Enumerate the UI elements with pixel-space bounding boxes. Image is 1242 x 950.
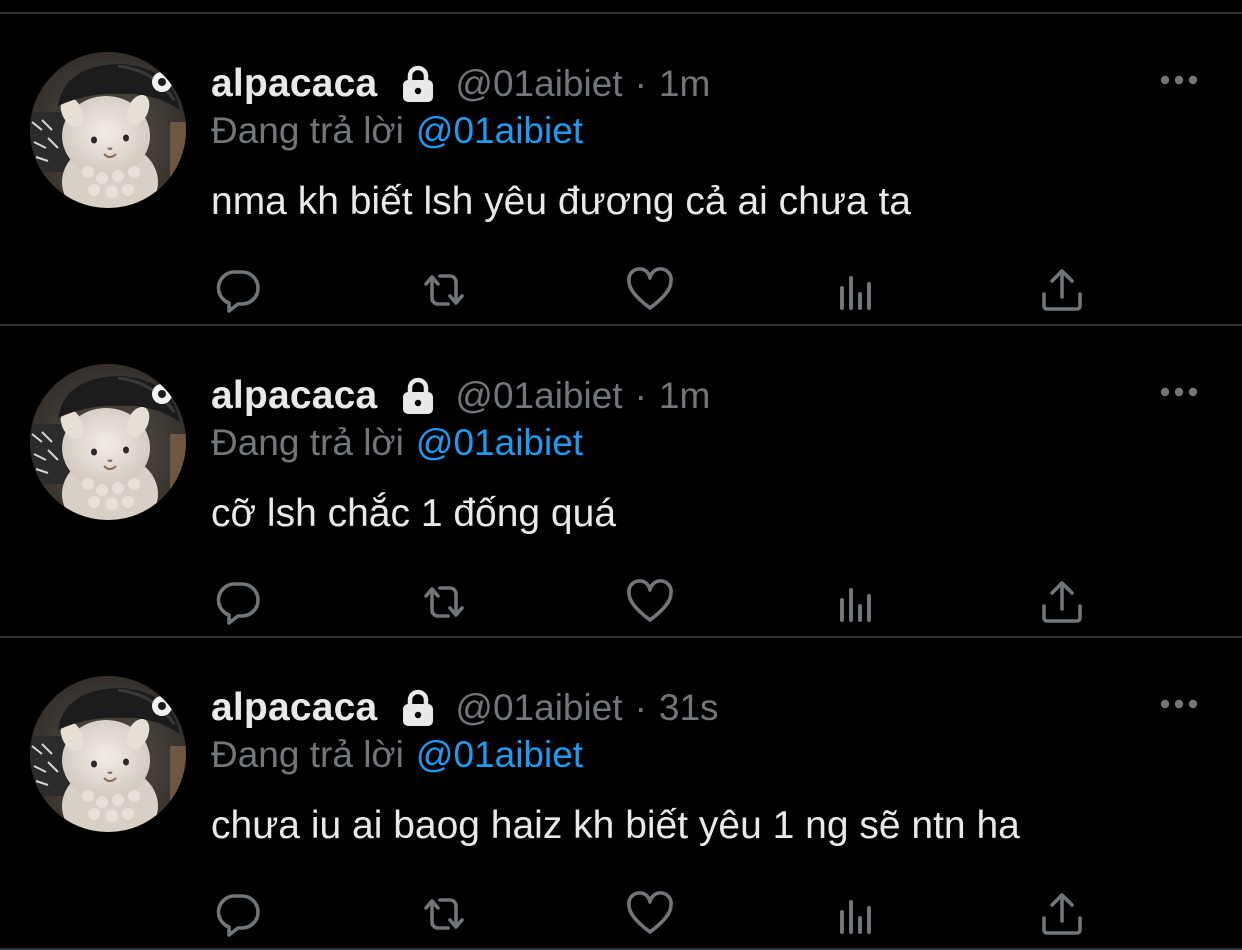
like-icon[interactable] [622,886,678,942]
like-icon[interactable] [622,262,678,318]
tweet-actions [0,574,1242,632]
separator-dot: · [634,687,647,728]
tweet-text: chưa iu ai baog haiz kh biết yêu 1 ng sẽ… [211,804,1020,847]
separator-dot: · [634,63,647,104]
analytics-icon[interactable] [828,262,884,318]
share-icon[interactable] [1034,574,1090,630]
replying-to-label: Đang trả lời [211,110,404,151]
display-name[interactable]: alpacaca [211,686,377,730]
display-name[interactable]: alpacaca [211,374,377,418]
timestamp[interactable]: 1m [659,63,710,105]
separator-dot: · [634,375,647,416]
lock-icon [397,63,439,105]
replying-to: Đang trả lời @01aibiet [211,734,583,780]
tweet-header: alpacaca @01aibiet · 31s [211,682,719,734]
handle[interactable]: @01aibiet [455,375,622,417]
share-icon[interactable] [1034,262,1090,318]
more-icon[interactable] [1158,72,1200,88]
avatar[interactable] [30,364,186,520]
retweet-icon[interactable] [416,886,472,942]
tweet[interactable]: alpacaca @01aibiet · 31s Đang trả lời @01… [0,638,1242,950]
replying-to-handle[interactable]: @01aibiet [416,734,583,775]
reply-icon[interactable] [210,886,266,942]
tweet-header: alpacaca @01aibiet · 1m [211,58,710,110]
tweet-text: cỡ lsh chắc 1 đống quá [211,492,617,535]
tweet-actions [0,262,1242,320]
more-icon[interactable] [1158,384,1200,400]
tweet-text: nma kh biết lsh yêu đương cả ai chưa ta [211,180,912,223]
analytics-icon[interactable] [828,574,884,630]
replying-to: Đang trả lời @01aibiet [211,110,583,156]
retweet-icon[interactable] [416,574,472,630]
avatar[interactable] [30,676,186,832]
avatar[interactable] [30,52,186,208]
reply-icon[interactable] [210,574,266,630]
like-icon[interactable] [622,574,678,630]
handle[interactable]: @01aibiet [455,687,622,729]
handle[interactable]: @01aibiet [455,63,622,105]
analytics-icon[interactable] [828,886,884,942]
lock-icon [397,687,439,729]
more-icon[interactable] [1158,696,1200,712]
share-icon[interactable] [1034,886,1090,942]
replying-to: Đang trả lời @01aibiet [211,422,583,468]
tweet[interactable]: alpacaca @01aibiet · 1m Đang trả lời @01a… [0,14,1242,326]
timestamp[interactable]: 31s [659,687,719,729]
reply-icon[interactable] [210,262,266,318]
tweet[interactable]: alpacaca @01aibiet · 1m Đang trả lời @01a… [0,326,1242,638]
timestamp[interactable]: 1m [659,375,710,417]
tweet-actions [0,886,1242,944]
display-name[interactable]: alpacaca [211,62,377,106]
lock-icon [397,375,439,417]
replying-to-handle[interactable]: @01aibiet [416,110,583,151]
replying-to-label: Đang trả lời [211,422,404,463]
replying-to-label: Đang trả lời [211,734,404,775]
replying-to-handle[interactable]: @01aibiet [416,422,583,463]
tweet-header: alpacaca @01aibiet · 1m [211,370,710,422]
retweet-icon[interactable] [416,262,472,318]
